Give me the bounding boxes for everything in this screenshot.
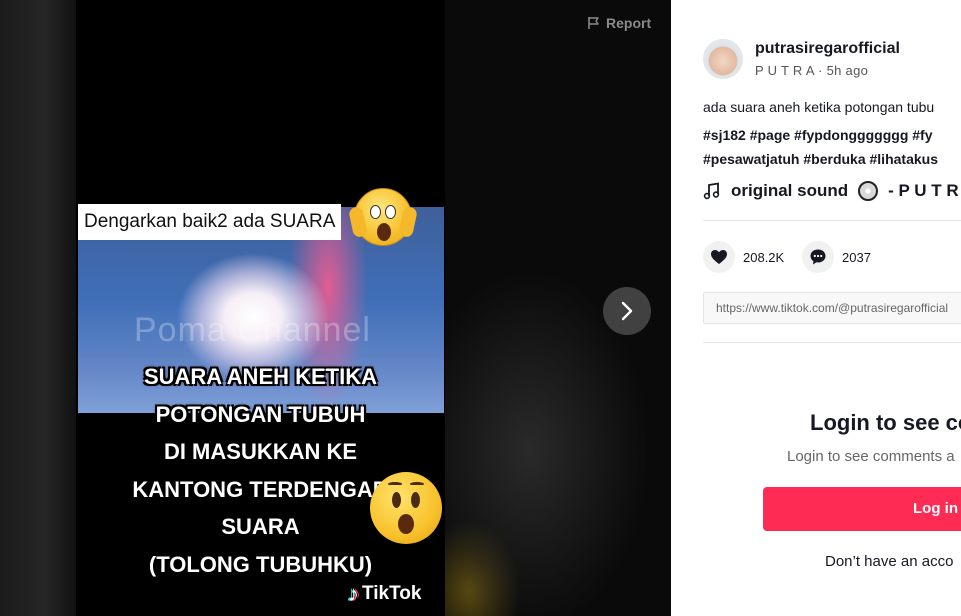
hashtag-line[interactable]: #sj182 #page #fypdonggggggg #fy [703,123,938,147]
hashtag-line[interactable]: #pesawatjatuh #berduka #lihatakus [703,147,938,171]
caption-line: POTONGAN TUBUH [155,401,366,427]
sound-name: original sound [731,181,849,200]
video-caption: SUARA ANEH KETIKA POTONGAN TUBUH DI MASU… [76,358,445,583]
divider [703,220,961,221]
login-subtitle: Login to see comments a [787,448,955,465]
next-video-button[interactable] [603,287,651,335]
chevron-right-icon [621,301,633,321]
post-time: 5h ago [826,63,869,78]
details-panel: putrasiregarofficial P U T R A · 5h ago … [671,0,961,616]
comment-stat[interactable]: 2037 [802,241,871,273]
signup-prompt[interactable]: Don’t have an acco [825,553,953,570]
astonished-face-icon [370,472,442,544]
login-title: Login to see co [810,410,961,435]
caption-line: DI MASUKKAN KE [163,439,358,464]
comment-button[interactable] [802,241,834,273]
video-stage: Poma Channel Dengarkan baik2 ada SUARA S… [0,0,671,616]
music-note-icon [703,182,720,200]
post-hashtags: #sj182 #page #fypdonggggggg #fy #pesawat… [703,123,938,171]
like-count: 208.2K [743,249,785,265]
heart-icon [711,250,727,264]
tiktok-watermark: ♪ TikTok [348,583,421,605]
blurred-background-edge [0,0,76,616]
avatar[interactable] [703,39,743,79]
sound-link[interactable]: original sound - P U T R A [703,181,961,201]
author-nickname: P U T R A [755,63,815,78]
sound-disc-icon [858,181,879,201]
divider [703,342,961,343]
comment-count: 2037 [842,249,871,265]
separator-dot: · [818,63,823,78]
like-stat[interactable]: 208.2K [703,241,784,273]
screaming-face-icon [348,188,418,246]
report-button[interactable]: Report [587,15,651,31]
video-watermark: Poma Channel [134,311,371,349]
flag-icon [588,17,599,29]
comment-icon [810,249,826,265]
video-player[interactable]: Poma Channel Dengarkan baik2 ada SUARA S… [76,0,445,616]
sound-author: - P U T R A [888,181,961,200]
caption-line: (TOLONG TUBUHKU) [148,551,373,577]
author-username[interactable]: putrasiregarofficial [755,40,900,58]
caption-line: SUARA ANEH KETIKA [143,364,378,389]
post-description: ada suara aneh ketika potongan tubu [703,99,935,115]
tiktok-logo-icon: ♪ [348,581,359,606]
like-button[interactable] [703,241,735,273]
video-top-caption: Dengarkan baik2 ada SUARA [78,204,342,240]
author-subline: P U T R A · 5h ago [755,63,868,78]
share-link-field[interactable]: https://www.tiktok.com/@putrasiregaroffi… [703,292,961,324]
login-button[interactable]: Log in [763,487,961,531]
report-label: Report [606,15,652,31]
tiktok-brand: TikTok [362,583,422,604]
